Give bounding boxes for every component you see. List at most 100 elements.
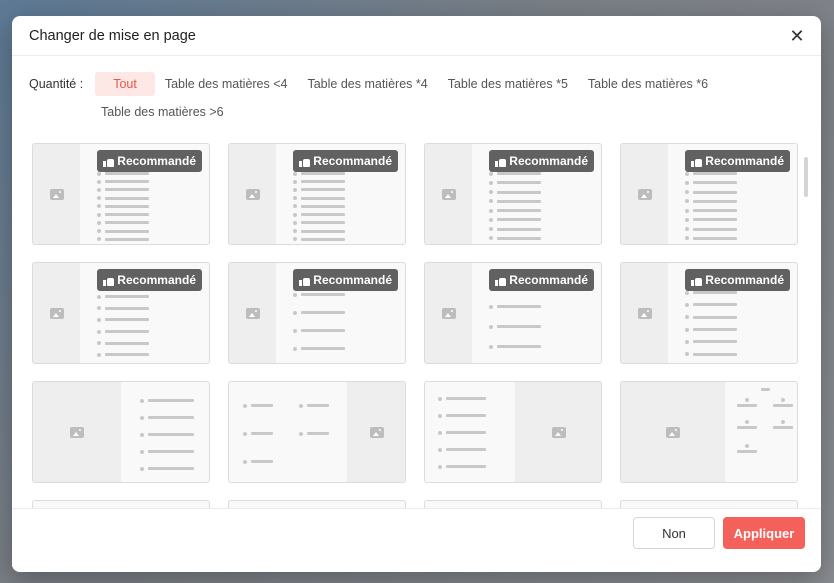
text-line <box>737 404 757 407</box>
image-pane <box>425 263 472 363</box>
dialog-header: Changer de mise en page ✕ <box>12 16 821 56</box>
filter-chip-gt6[interactable]: Table des matières >6 <box>91 100 234 124</box>
text-line <box>773 426 793 429</box>
layout-card-1[interactable]: Recommandé <box>32 143 210 245</box>
bullet-dot <box>97 329 101 334</box>
layout-card-12[interactable] <box>620 381 798 483</box>
bullet-dot <box>293 346 297 351</box>
layout-card-7[interactable]: Recommandé <box>424 262 602 364</box>
text-line <box>301 347 345 350</box>
text-line <box>301 311 345 314</box>
text-line <box>148 467 194 470</box>
bullet-dot <box>685 352 689 357</box>
text-line <box>497 325 541 328</box>
text-line <box>148 433 194 436</box>
bullet-dot <box>685 227 689 231</box>
image-placeholder-icon <box>637 307 652 319</box>
text-line <box>693 303 737 307</box>
grid-scrollbar[interactable] <box>804 157 808 197</box>
change-layout-dialog: Changer de mise en page ✕ Quantité : Tou… <box>12 16 821 572</box>
bullet-dot <box>685 236 689 241</box>
recommended-badge-label: Recommandé <box>313 154 392 168</box>
image-placeholder-icon <box>245 307 260 319</box>
text-line <box>693 352 737 356</box>
text-line <box>251 404 273 407</box>
text-line <box>105 237 149 241</box>
image-pane <box>33 144 80 244</box>
recommended-badge-label: Recommandé <box>117 154 196 168</box>
image-pane <box>229 263 276 363</box>
image-placeholder-icon <box>552 426 566 438</box>
bullet-dot <box>745 420 749 424</box>
image-placeholder-icon <box>70 426 84 438</box>
bullet-dot <box>243 431 247 436</box>
bullet-dot <box>299 431 303 436</box>
layout-card-8[interactable]: Recommandé <box>620 262 798 364</box>
bullet-dot <box>489 199 493 204</box>
image-placeholder-icon <box>370 426 384 438</box>
text-line <box>301 180 345 184</box>
filter-chip-5[interactable]: Table des matières *5 <box>438 72 578 96</box>
bullet-dot <box>97 237 101 242</box>
bullet-dot <box>685 327 689 332</box>
thumbs-up-icon <box>691 156 703 167</box>
bullet-dot <box>489 344 493 349</box>
layout-card-10[interactable] <box>228 381 406 483</box>
image-placeholder-icon <box>49 188 64 200</box>
apply-button[interactable]: Appliquer <box>723 517 805 549</box>
text-line <box>105 229 149 233</box>
filter-chip-4[interactable]: Table des matières *4 <box>297 72 437 96</box>
text-line <box>497 190 541 194</box>
layout-card-9[interactable] <box>32 381 210 483</box>
image-pane <box>621 382 725 482</box>
text-line <box>251 432 273 435</box>
bullet-dot <box>685 190 689 194</box>
thumbs-up-icon <box>495 275 507 286</box>
text-line <box>251 460 273 463</box>
bullet-dot <box>489 304 493 309</box>
bullet-dot <box>97 179 101 184</box>
image-pane <box>33 263 80 363</box>
close-icon[interactable]: ✕ <box>787 26 807 46</box>
bullet-dot <box>97 306 101 311</box>
text-line <box>105 318 149 322</box>
bullet-dot <box>438 447 442 452</box>
bullet-dot <box>685 315 689 320</box>
text-line <box>693 209 737 212</box>
image-placeholder-icon <box>441 307 456 319</box>
bullet-dot <box>97 229 101 234</box>
image-pane <box>621 144 668 244</box>
filter-chip-all[interactable]: Tout <box>95 72 155 96</box>
layout-card-4[interactable]: Recommandé <box>620 143 798 245</box>
layout-card-6[interactable]: Recommandé <box>228 262 406 364</box>
text-line <box>497 209 541 212</box>
cancel-button[interactable]: Non <box>633 517 715 549</box>
text-line <box>105 295 149 298</box>
recommended-badge: Recommandé <box>685 269 790 291</box>
text-line <box>693 190 737 194</box>
layout-card-3[interactable]: Recommandé <box>424 143 602 245</box>
layout-grid-scroll-area[interactable]: Recommandé Recommandé Recommandé Recommandé… <box>32 143 806 510</box>
filter-chip-6[interactable]: Table des matières *6 <box>578 72 718 96</box>
filter-chip-lt4[interactable]: Table des matières <4 <box>155 72 298 96</box>
layout-card-11[interactable] <box>424 381 602 483</box>
bullet-dot <box>685 208 689 213</box>
bullet-dot <box>97 171 101 176</box>
text-line <box>497 218 541 222</box>
text-line <box>693 291 737 294</box>
layout-card-2[interactable]: Recommandé <box>228 143 406 245</box>
bullet-dot <box>293 179 297 184</box>
bullet-dot <box>489 324 493 329</box>
text-line <box>301 221 345 225</box>
bullet-dot <box>489 227 493 231</box>
bullet-dot <box>97 196 101 201</box>
bullet-dot <box>293 310 297 315</box>
dialog-footer: Non Appliquer <box>12 508 821 572</box>
bullet-dot <box>781 398 785 402</box>
text-line <box>148 450 194 453</box>
bullet-dot <box>293 237 297 242</box>
layout-card-5[interactable]: Recommandé <box>32 262 210 364</box>
recommended-badge: Recommandé <box>97 269 202 291</box>
bullet-dot <box>243 403 247 408</box>
text-line <box>148 416 194 419</box>
